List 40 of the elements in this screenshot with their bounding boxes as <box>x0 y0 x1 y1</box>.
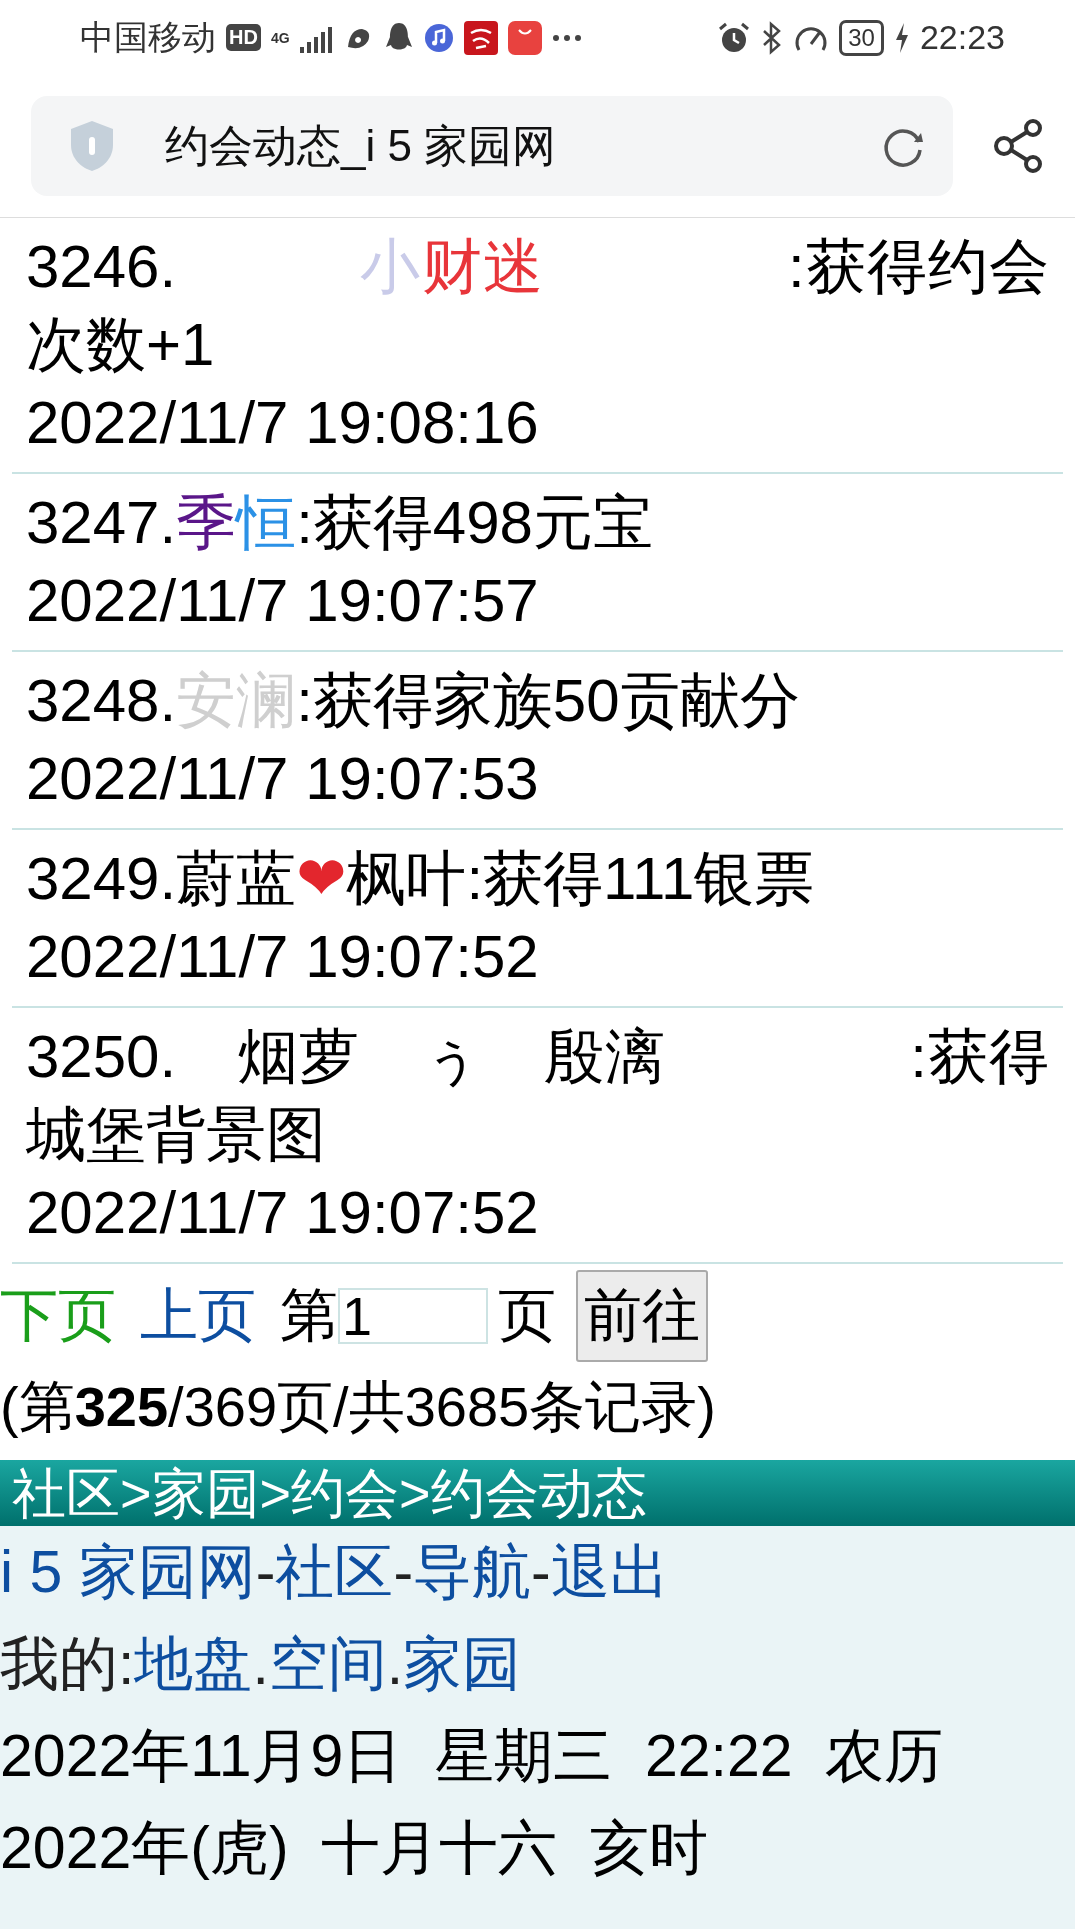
nav-link[interactable]: 空间 <box>268 1631 387 1697</box>
activity-text: 3249.蔚蓝❤枫叶:获得111银票 <box>26 844 816 914</box>
timestamp: 2022/11/7 19:07:52 <box>26 922 540 992</box>
page-number-field[interactable]: 1 <box>338 1288 488 1344</box>
page-title: 约会动态_i 5 家园网 <box>165 119 558 172</box>
next-page-link[interactable]: 下页 <box>0 1277 116 1355</box>
network-type: 4G <box>270 30 290 45</box>
charging-icon <box>893 21 910 54</box>
go-button[interactable]: 前往 <box>576 1270 708 1362</box>
date-text: 2022年11月9日 星期三 22:22 农历 2022年(虎) 十月十六 亥时 <box>0 1722 945 1883</box>
label-text: 第 <box>280 1281 338 1349</box>
activity-text: 3250. 烟萝 ぅ 殷漓 :获得城堡背景图 <box>26 1022 1049 1170</box>
nav-link[interactable]: 地盘 <box>134 1631 253 1697</box>
activity-text: 3247.季恒:获得498元宝 <box>26 488 654 558</box>
timestamp: 2022/11/7 19:08:16 <box>26 388 540 458</box>
timestamp: 2022/11/7 19:07:57 <box>26 566 540 636</box>
clock-time: 22:23 <box>919 18 1005 57</box>
timestamp: 2022/11/7 19:07:52 <box>26 1178 540 1248</box>
nav-link[interactable]: 社区 <box>275 1539 394 1605</box>
nav-link[interactable]: 家园 <box>403 1631 522 1697</box>
nav-link[interactable]: i 5 家园网 <box>0 1539 256 1605</box>
nav-link[interactable]: 导航 <box>413 1539 532 1605</box>
my-links-text: 我的:地盘.空间.家园 <box>0 1630 523 1699</box>
nav-link[interactable]: 退出 <box>550 1539 669 1605</box>
breadcrumb-bar: 社区>家园>约会>约会动态 <box>0 1460 1075 1526</box>
hd-badge: HD <box>226 24 261 51</box>
label-text: 页 <box>498 1281 556 1349</box>
footer-nav-text: i 5 家园网-社区-导航-退出 <box>0 1538 670 1607</box>
shopping-bag-icon <box>507 20 542 55</box>
share-icon[interactable] <box>993 118 1045 174</box>
battery-level: 30 <box>839 19 884 56</box>
address-bar[interactable]: 约会动态_i 5 家园网 <box>31 96 953 196</box>
previous-page-link[interactable]: 上页 <box>140 1277 256 1355</box>
more-icon <box>551 33 582 42</box>
music-app-icon <box>423 22 454 53</box>
page-summary: (第325/369页/共3685条记录) <box>0 1374 717 1440</box>
shield-icon <box>69 119 115 173</box>
carrier-name: 中国移动 <box>80 16 216 58</box>
alarm-icon <box>717 20 752 55</box>
timestamp: 2022/11/7 19:07:53 <box>26 744 540 814</box>
